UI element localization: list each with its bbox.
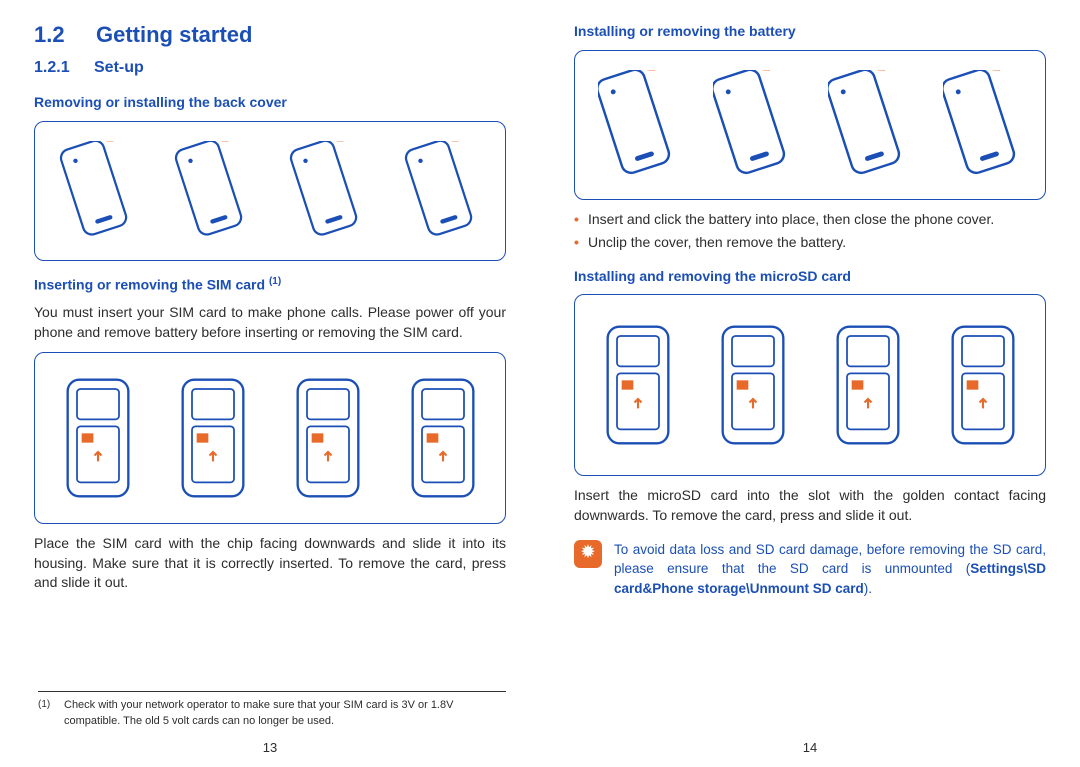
figure-battery [574, 50, 1046, 200]
section-heading: 1.2 Getting started [34, 20, 506, 51]
phone-illustration [585, 315, 690, 455]
bullet-item: Insert and click the battery into place,… [574, 210, 1046, 230]
sim-intro-text: You must insert your SIM card to make ph… [34, 303, 506, 342]
section-title: Getting started [96, 20, 252, 51]
sd-after-text: Insert the microSD card into the slot wi… [574, 486, 1046, 525]
section-number: 1.2 [34, 20, 74, 51]
phone-illustration [160, 141, 265, 241]
lightbulb-icon: ✹ [581, 542, 594, 564]
topic-sim-label: Inserting or removing the SIM card [34, 276, 265, 292]
phone-illustration [815, 315, 920, 455]
subsection-number: 1.2.1 [34, 57, 76, 79]
phone-illustration [390, 373, 495, 503]
phone-illustration [700, 70, 805, 180]
phone-illustration [700, 315, 805, 455]
footnote-ref: (1) [269, 276, 281, 287]
footnote: (1) Check with your network operator to … [38, 691, 506, 729]
phone-illustration [160, 373, 265, 503]
phone-illustration [390, 141, 495, 241]
page-number: 14 [540, 739, 1080, 757]
tip-icon: ✹ [574, 540, 602, 568]
phone-illustration [815, 70, 920, 180]
bullet-item: Unclip the cover, then remove the batter… [574, 233, 1046, 253]
tip-text-part: ). [864, 581, 872, 596]
subsection-heading: 1.2.1 Set-up [34, 57, 506, 79]
sim-after-text: Place the SIM card with the chip facing … [34, 534, 506, 593]
phone-illustration [45, 141, 150, 241]
phone-illustration [930, 315, 1035, 455]
figure-microsd [574, 294, 1046, 476]
phone-illustration [275, 141, 380, 241]
phone-illustration [930, 70, 1035, 180]
topic-sim: Inserting or removing the SIM card (1) [34, 275, 506, 295]
topic-back-cover: Removing or installing the back cover [34, 93, 506, 113]
tip-text: To avoid data loss and SD card damage, b… [614, 540, 1046, 599]
figure-back-cover [34, 121, 506, 261]
figure-sim [34, 352, 506, 524]
footnote-mark: (1) [38, 698, 52, 729]
topic-microsd: Installing and removing the microSD card [574, 267, 1046, 287]
phone-illustration [45, 373, 150, 503]
page-left: 1.2 Getting started 1.2.1 Set-up Removin… [0, 0, 540, 767]
battery-bullets: Insert and click the battery into place,… [574, 210, 1046, 253]
footnote-text: Check with your network operator to make… [64, 698, 506, 729]
topic-battery: Installing or removing the battery [574, 22, 1046, 42]
phone-illustration [275, 373, 380, 503]
subsection-title: Set-up [94, 57, 144, 79]
phone-illustration [585, 70, 690, 180]
page-right: Installing or removing the battery Inser… [540, 0, 1080, 767]
page-number: 13 [0, 739, 540, 757]
two-page-spread: 1.2 Getting started 1.2.1 Set-up Removin… [0, 0, 1080, 767]
tip-callout: ✹ To avoid data loss and SD card damage,… [574, 540, 1046, 599]
